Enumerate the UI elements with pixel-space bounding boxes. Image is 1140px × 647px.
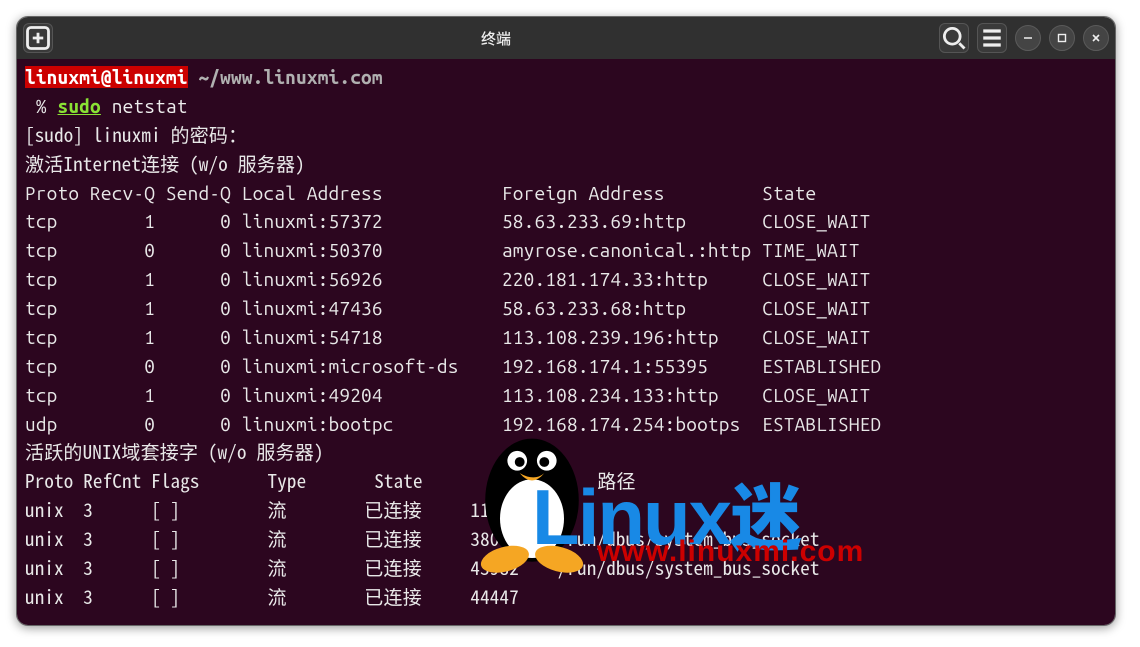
unix-row: unix 3 [ ] 流 已连接 44447 bbox=[25, 583, 558, 610]
prompt-path: ~/www.linuxmi.com bbox=[198, 66, 382, 88]
cmd-sudo: sudo bbox=[58, 95, 101, 117]
minimize-button[interactable] bbox=[1015, 25, 1041, 51]
unix-row: unix 3 [ ] 流 已连接 38062 /run/dbus/system_… bbox=[25, 525, 820, 552]
prompt-userhost: linuxmi@linuxmi bbox=[25, 66, 188, 88]
window-title: 终端 bbox=[59, 28, 933, 49]
inet-row: tcp 1 0 linuxmi:47436 58.63.233.68:http … bbox=[25, 297, 871, 319]
unix-header: 活跃的UNIX域套接字 (w/o 服务器) bbox=[25, 438, 324, 465]
new-tab-button[interactable] bbox=[23, 23, 53, 53]
inet-row: udp 0 0 linuxmi:bootpc 192.168.174.254:b… bbox=[25, 413, 881, 435]
inet-row: tcp 1 0 linuxmi:54718 113.108.239.196:ht… bbox=[25, 326, 871, 348]
prompt-symbol: % bbox=[36, 95, 47, 117]
inet-row: tcp 0 0 linuxmi:50370 amyrose.canonical.… bbox=[25, 239, 860, 261]
inet-columns: Proto Recv-Q Send-Q Local Address Foreig… bbox=[25, 182, 816, 204]
inet-header: 激活Internet连接 (w/o 服务器) bbox=[25, 150, 305, 177]
sudo-password-prompt: [sudo] linuxmi 的密码： bbox=[25, 121, 247, 148]
unix-row: unix 3 [ ] 流 已连接 43982 /run/dbus/system_… bbox=[25, 554, 820, 581]
inet-row: tcp 1 0 linuxmi:57372 58.63.233.69:http … bbox=[25, 210, 871, 232]
cmd-args: netstat bbox=[112, 95, 188, 117]
maximize-button[interactable] bbox=[1049, 25, 1075, 51]
terminal-window: 终端 linuxmi@linuxmi ~/www.linu bbox=[16, 16, 1116, 626]
close-button[interactable] bbox=[1083, 25, 1109, 51]
menu-button[interactable] bbox=[977, 23, 1007, 53]
tux-icon bbox=[457, 414, 607, 574]
inet-row: tcp 1 0 linuxmi:49204 113.108.234.133:ht… bbox=[25, 384, 871, 406]
terminal-body[interactable]: linuxmi@linuxmi ~/www.linuxmi.com % sudo… bbox=[17, 59, 1115, 625]
inet-row: tcp 0 0 linuxmi:microsoft-ds 192.168.174… bbox=[25, 355, 881, 377]
inet-row: tcp 1 0 linuxmi:56926 220.181.174.33:htt… bbox=[25, 268, 871, 290]
titlebar: 终端 bbox=[17, 17, 1115, 59]
search-button[interactable] bbox=[939, 23, 969, 53]
